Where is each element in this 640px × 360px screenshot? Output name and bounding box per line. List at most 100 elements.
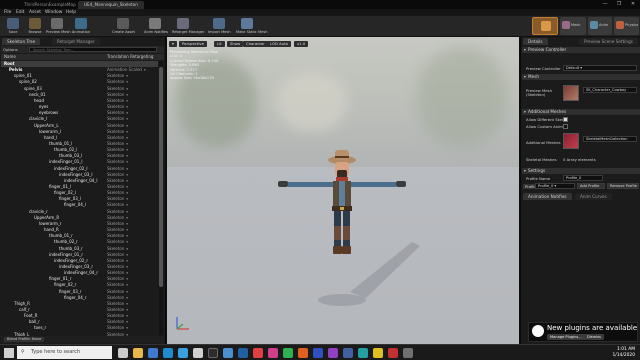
- mesh-section[interactable]: Mesh: [522, 74, 640, 80]
- bone-row[interactable]: toes_r Skeleton: [1, 325, 158, 331]
- retarget-dropdown[interactable]: Skeleton: [107, 123, 128, 129]
- retarget-dropdown[interactable]: Skeleton: [107, 319, 128, 325]
- retarget-dropdown[interactable]: Skeleton: [107, 159, 128, 165]
- bone-row[interactable]: clavicle_l Skeleton: [1, 116, 158, 122]
- bone-row[interactable]: thumb_02_l Skeleton: [1, 147, 158, 153]
- app-icon-5[interactable]: [283, 348, 293, 358]
- bone-row[interactable]: indexFinger_01_r Skeleton: [1, 252, 158, 258]
- lod-button[interactable]: LOD Auto: [267, 41, 291, 47]
- app-icon-8[interactable]: [328, 348, 338, 358]
- bone-row[interactable]: finger_02_r Skeleton: [1, 282, 158, 288]
- speed-button[interactable]: x1.0: [294, 41, 309, 47]
- additional-meshes-thumbnail[interactable]: [563, 133, 579, 149]
- retarget-dropdown[interactable]: Skeleton: [107, 190, 128, 196]
- retarget-dropdown[interactable]: Skeleton: [107, 141, 128, 147]
- app-icon-4[interactable]: [268, 348, 278, 358]
- retarget-dropdown[interactable]: Skeleton: [107, 270, 128, 276]
- retarget-dropdown[interactable]: Skeleton: [107, 264, 128, 270]
- bone-row[interactable]: indexFinger_03_l Skeleton: [1, 172, 158, 178]
- allow-diff-skel-checkbox[interactable]: [563, 117, 568, 122]
- import-mesh-button[interactable]: Import Mesh: [208, 17, 231, 36]
- browse-button[interactable]: Browse: [24, 17, 46, 36]
- bone-row[interactable]: Pelvis Animation Scaled: [1, 67, 158, 73]
- profile-dropdown[interactable]: Profile_0 ▾: [535, 183, 575, 189]
- bone-row[interactable]: spine_02 Skeleton: [1, 79, 158, 85]
- viewport-menu-button[interactable]: ▾: [169, 41, 177, 47]
- store-icon[interactable]: [148, 348, 158, 358]
- add-profile-button[interactable]: Add Profile: [577, 183, 605, 189]
- bone-row[interactable]: eyes Skeleton: [1, 104, 158, 110]
- bone-row[interactable]: finger_04_l Skeleton: [1, 202, 158, 208]
- bone-row[interactable]: ball_r Skeleton: [1, 319, 158, 325]
- blend-profile-button[interactable]: Blend Profile: None: [4, 337, 45, 342]
- manage-plugins-button[interactable]: Manage Plugins...: [547, 334, 585, 340]
- minimize-button[interactable]: —: [598, 0, 612, 9]
- close-button[interactable]: ✕: [626, 0, 640, 9]
- character-button[interactable]: Character: [243, 41, 268, 47]
- retarget-dropdown[interactable]: Skeleton: [107, 98, 128, 104]
- bone-row[interactable]: hand_R Skeleton: [1, 227, 158, 233]
- retarget-dropdown[interactable]: Skeleton: [107, 92, 128, 98]
- bone-row[interactable]: Foot_R Skeleton: [1, 313, 158, 319]
- save-button[interactable]: Save: [2, 17, 24, 36]
- app-icon-13[interactable]: [403, 348, 413, 358]
- tab-retarget-manager[interactable]: Retarget Manager: [52, 38, 100, 45]
- tab-skeleton[interactable]: UE4_Mannequin_Skeleton: [78, 1, 144, 9]
- retarget-dropdown[interactable]: Skeleton: [107, 172, 128, 178]
- retarget-dropdown[interactable]: Skeleton: [107, 79, 128, 85]
- bone-row[interactable]: UpperArm_R Skeleton: [1, 215, 158, 221]
- options-button[interactable]: Options: [3, 47, 18, 52]
- bone-row[interactable]: indexFinger_01_l Skeleton: [1, 159, 158, 165]
- bone-row[interactable]: finger_01_l Skeleton: [1, 184, 158, 190]
- retarget-dropdown[interactable]: Animation Scaled: [107, 67, 146, 73]
- menu-help[interactable]: Help: [66, 9, 76, 16]
- retarget-dropdown[interactable]: Skeleton: [107, 215, 128, 221]
- mode-mesh[interactable]: Mesh: [560, 17, 586, 35]
- bone-row[interactable]: thumb_02_r Skeleton: [1, 239, 158, 245]
- app-icon-10[interactable]: [358, 348, 368, 358]
- bone-row[interactable]: UpperArm_L Skeleton: [1, 123, 158, 129]
- search-input[interactable]: Search Skeleton Tree...: [29, 47, 157, 52]
- retarget-dropdown[interactable]: Skeleton: [107, 209, 128, 215]
- allow-custom-anim-checkbox[interactable]: [563, 124, 568, 129]
- app-icon-7[interactable]: [313, 348, 323, 358]
- tab-animation-notifies[interactable]: Animation Notifies: [523, 193, 572, 200]
- retarget-dropdown[interactable]: Skeleton: [107, 184, 128, 190]
- retarget-dropdown[interactable]: Skeleton: [107, 282, 128, 288]
- retarget-dropdown[interactable]: Skeleton: [107, 252, 128, 258]
- retarget-dropdown[interactable]: Skeleton: [107, 104, 128, 110]
- tab-preview-scene[interactable]: Preview Scene Settings: [579, 38, 638, 45]
- lit-button[interactable]: Lit: [214, 41, 225, 47]
- retarget-dropdown[interactable]: Skeleton: [107, 86, 128, 92]
- bone-row[interactable]: Root: [1, 61, 158, 67]
- retarget-dropdown[interactable]: Skeleton: [107, 178, 128, 184]
- retarget-dropdown[interactable]: Skeleton: [107, 135, 128, 141]
- retarget-dropdown[interactable]: Skeleton: [107, 301, 128, 307]
- additional-meshes-dropdown[interactable]: SkeletalMeshCollection: [583, 136, 637, 142]
- bone-row[interactable]: head Skeleton: [1, 98, 158, 104]
- retarget-dropdown[interactable]: Skeleton: [107, 147, 128, 153]
- preview-controller-dropdown[interactable]: Default ▾: [563, 65, 637, 71]
- retarget-dropdown[interactable]: Skeleton: [107, 246, 128, 252]
- edge-icon[interactable]: [163, 348, 173, 358]
- bone-row[interactable]: finger_02_l Skeleton: [1, 190, 158, 196]
- app-icon-11[interactable]: [373, 348, 383, 358]
- preview-mesh-dropdown[interactable]: SK_Character_Cowboy: [583, 87, 637, 93]
- bone-row[interactable]: finger_04_r Skeleton: [1, 295, 158, 301]
- retarget-dropdown[interactable]: Skeleton: [107, 227, 128, 233]
- additional-meshes-section[interactable]: Additional Meshes: [522, 109, 640, 115]
- mail-icon[interactable]: [178, 348, 188, 358]
- unreal-icon[interactable]: [193, 348, 203, 358]
- app-icon-9[interactable]: [343, 348, 353, 358]
- bone-row[interactable]: spine_01 Skeleton: [1, 73, 158, 79]
- bone-row[interactable]: finger_03_l Skeleton: [1, 196, 158, 202]
- retarget-dropdown[interactable]: Skeleton: [107, 325, 128, 331]
- mode-physics[interactable]: Physics: [614, 17, 639, 35]
- windows-start-icon[interactable]: [4, 348, 14, 358]
- preview-controller-section[interactable]: Preview Controller: [522, 47, 640, 53]
- app-icon-6[interactable]: [298, 348, 308, 358]
- maximize-button[interactable]: ❐: [612, 0, 626, 9]
- mode-skeleton[interactable]: [532, 17, 558, 35]
- bone-row[interactable]: clavicle_r Skeleton: [1, 209, 158, 215]
- retarget-dropdown[interactable]: Skeleton: [107, 166, 128, 172]
